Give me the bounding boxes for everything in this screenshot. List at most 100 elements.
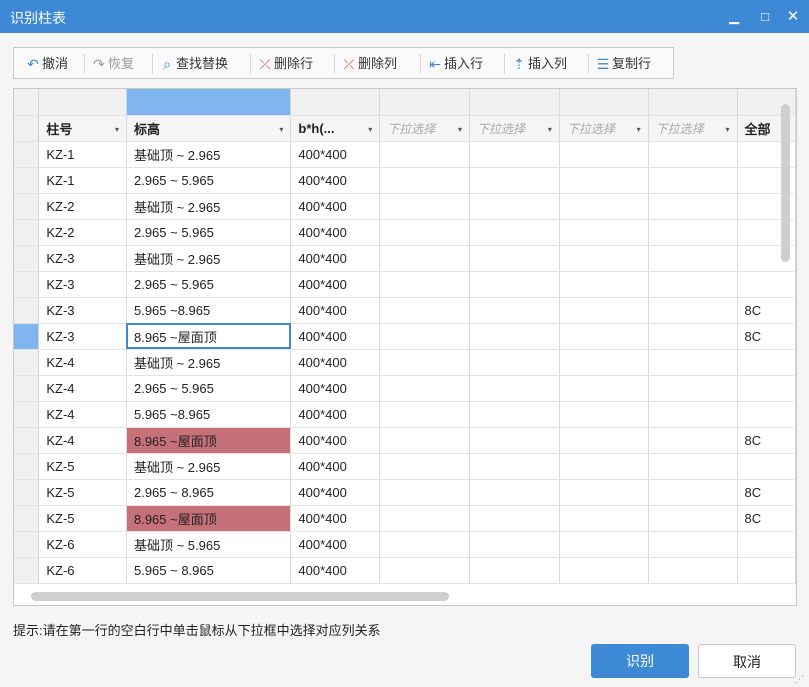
- table-cell[interactable]: [648, 557, 738, 584]
- table-cell[interactable]: [737, 349, 796, 376]
- table-cell[interactable]: KZ-4: [38, 349, 127, 376]
- table-cell[interactable]: [469, 557, 560, 584]
- table-cell[interactable]: [559, 557, 649, 584]
- table-row[interactable]: KZ-4 基础顶 ~ 2.965 400*400: [14, 349, 796, 376]
- table-cell[interactable]: 基础顶 ~ 2.965: [126, 245, 292, 272]
- dropdown-arrow-icon[interactable]: ▾: [279, 125, 283, 134]
- table-cell[interactable]: KZ-1: [38, 141, 127, 168]
- row-header[interactable]: [14, 271, 40, 298]
- table-cell[interactable]: 8C: [737, 427, 796, 454]
- table-cell[interactable]: 2.965 ~ 5.965: [126, 271, 292, 298]
- table-cell[interactable]: [559, 453, 649, 480]
- table-cell[interactable]: [648, 271, 738, 298]
- table-cell[interactable]: KZ-5: [38, 505, 127, 532]
- row-header[interactable]: [14, 349, 40, 376]
- table-row[interactable]: KZ-5 8.965 ~屋面顶 400*400 8C: [14, 505, 796, 532]
- table-cell[interactable]: [379, 219, 471, 246]
- table-cell[interactable]: 400*400: [290, 479, 381, 506]
- table-cell[interactable]: [469, 479, 560, 506]
- table-cell[interactable]: [469, 271, 560, 298]
- selector-cell[interactable]: [126, 89, 292, 116]
- table-cell[interactable]: [469, 141, 560, 168]
- table-cell[interactable]: [379, 193, 471, 220]
- table-cell[interactable]: [469, 375, 560, 402]
- vertical-scrollbar[interactable]: [781, 104, 790, 262]
- delete-column-button[interactable]: ⤫ 删除列: [340, 53, 397, 75]
- table-cell[interactable]: [469, 349, 560, 376]
- table-cell[interactable]: [379, 375, 471, 402]
- table-cell[interactable]: 2.965 ~ 5.965: [126, 375, 292, 402]
- table-cell[interactable]: KZ-2: [38, 219, 127, 246]
- column-header-select[interactable]: 下拉选择 ▾: [379, 115, 471, 142]
- table-cell[interactable]: [469, 323, 560, 350]
- dropdown-arrow-icon[interactable]: ▾: [726, 125, 730, 134]
- table-row[interactable]: KZ-4 2.965 ~ 5.965 400*400: [14, 375, 796, 402]
- row-header[interactable]: [14, 427, 40, 454]
- row-header[interactable]: [14, 141, 40, 168]
- row-header[interactable]: [14, 219, 40, 246]
- table-cell[interactable]: [559, 167, 649, 194]
- dropdown-arrow-icon[interactable]: ▾: [458, 125, 462, 134]
- table-cell[interactable]: [469, 219, 560, 246]
- table-cell[interactable]: 8.965 ~屋面顶: [126, 427, 292, 454]
- table-cell[interactable]: [469, 167, 560, 194]
- table-cell[interactable]: KZ-3: [38, 323, 127, 350]
- table-cell[interactable]: [559, 505, 649, 532]
- table-cell[interactable]: [469, 505, 560, 532]
- cancel-button[interactable]: 取消: [698, 644, 796, 678]
- close-icon[interactable]: ✕: [778, 0, 808, 33]
- copy-row-button[interactable]: ☰ 复制行: [594, 53, 651, 75]
- table-cell[interactable]: [559, 531, 649, 558]
- table-cell[interactable]: [737, 401, 796, 428]
- column-header-select[interactable]: 标高 ▾: [126, 115, 292, 142]
- table-row[interactable]: KZ-2 基础顶 ~ 2.965 400*400: [14, 193, 796, 220]
- table-row[interactable]: KZ-1 基础顶 ~ 2.965 400*400: [14, 141, 796, 168]
- table-cell[interactable]: 8.965 ~屋面顶: [126, 323, 292, 350]
- table-cell[interactable]: KZ-5: [38, 479, 127, 506]
- table-cell[interactable]: [648, 219, 738, 246]
- table-cell[interactable]: 8C: [737, 297, 796, 324]
- table-cell[interactable]: [379, 557, 471, 584]
- table-cell[interactable]: 5.965 ~ 8.965: [126, 557, 292, 584]
- table-cell[interactable]: 8C: [737, 323, 796, 350]
- table-cell[interactable]: [379, 531, 471, 558]
- table-cell[interactable]: [737, 375, 796, 402]
- table-cell[interactable]: [648, 323, 738, 350]
- table-cell[interactable]: [559, 271, 649, 298]
- table-cell[interactable]: KZ-3: [38, 245, 127, 272]
- row-header[interactable]: [14, 479, 40, 506]
- table-cell[interactable]: [559, 401, 649, 428]
- table-cell[interactable]: [469, 193, 560, 220]
- table-cell[interactable]: [648, 375, 738, 402]
- table-cell[interactable]: [379, 245, 471, 272]
- insert-column-button[interactable]: ⇡ 插入列: [510, 53, 567, 75]
- table-cell[interactable]: [648, 505, 738, 532]
- table-cell[interactable]: 400*400: [290, 271, 381, 298]
- table-cell[interactable]: [559, 245, 649, 272]
- column-header-select[interactable]: 下拉选择 ▾: [559, 115, 649, 142]
- table-row[interactable]: KZ-3 基础顶 ~ 2.965 400*400: [14, 245, 796, 272]
- find-replace-button[interactable]: ⌕ 查找替换: [158, 53, 228, 75]
- undo-button[interactable]: ↶ 撤消: [24, 53, 68, 75]
- table-cell[interactable]: [469, 245, 560, 272]
- table-cell[interactable]: [469, 531, 560, 558]
- table-cell[interactable]: [648, 193, 738, 220]
- table-cell[interactable]: [737, 453, 796, 480]
- table-cell[interactable]: [559, 297, 649, 324]
- table-cell[interactable]: [469, 401, 560, 428]
- table-cell[interactable]: KZ-4: [38, 401, 127, 428]
- row-header[interactable]: [14, 193, 40, 220]
- table-cell[interactable]: [648, 349, 738, 376]
- table-cell[interactable]: [379, 167, 471, 194]
- table-cell[interactable]: [648, 427, 738, 454]
- table-cell[interactable]: [379, 271, 471, 298]
- table-cell[interactable]: [559, 375, 649, 402]
- table-cell[interactable]: 400*400: [290, 297, 381, 324]
- row-header[interactable]: [14, 323, 40, 350]
- table-cell[interactable]: [559, 219, 649, 246]
- table-row[interactable]: KZ-4 5.965 ~8.965 400*400: [14, 401, 796, 428]
- table-cell[interactable]: 400*400: [290, 323, 381, 350]
- selector-cell[interactable]: [469, 89, 560, 116]
- column-table-grid[interactable]: 柱号 ▾ 标高 ▾ b*h(... ▾ 下拉选择 ▾ 下拉选择 ▾ 下拉选择 ▾ 下拉选择 ▾ 全部 KZ-1…: [13, 88, 797, 606]
- table-cell[interactable]: 400*400: [290, 219, 381, 246]
